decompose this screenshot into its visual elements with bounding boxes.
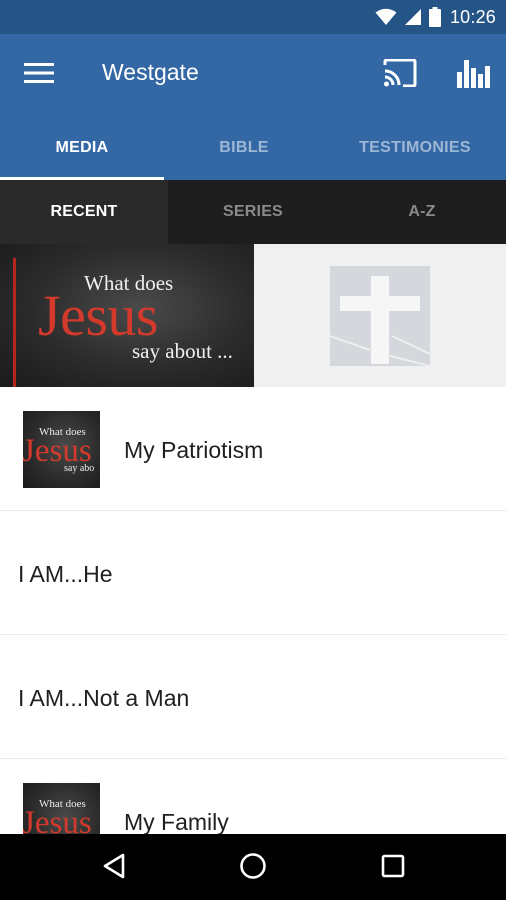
media-title: I AM...He — [18, 561, 113, 587]
banner-line3: say about ... — [132, 339, 233, 363]
media-thumbnail: What does Jesus — [23, 783, 100, 834]
home-icon — [239, 852, 267, 885]
subtab-a-z[interactable]: A-Z — [338, 180, 506, 244]
media-title: My Patriotism — [124, 437, 264, 463]
thumbnail-line3: say abo — [64, 463, 95, 474]
list-item[interactable]: I AM...Not a Man — [0, 635, 506, 759]
menu-icon — [24, 62, 54, 88]
subtab-recent[interactable]: RECENT — [0, 180, 168, 244]
recents-icon — [381, 854, 405, 883]
list-item[interactable]: I AM...He — [0, 511, 506, 635]
battery-icon — [428, 7, 441, 27]
placeholder-card[interactable] — [254, 244, 506, 387]
banner-accent-line — [13, 258, 16, 387]
list-item[interactable]: What does Jesus My Family — [0, 759, 506, 834]
media-title: I AM...Not a Man — [18, 685, 190, 711]
wifi-icon — [375, 8, 397, 26]
recents-button[interactable] — [371, 848, 415, 888]
toolbar: Westgate — [0, 34, 506, 116]
back-icon — [102, 853, 126, 884]
media-title: My Family — [124, 809, 229, 834]
stats-button[interactable] — [452, 57, 496, 93]
cast-button[interactable] — [380, 57, 420, 93]
signal-icon — [404, 8, 422, 26]
media-list: What does Jesus say abo My Patriotism I … — [0, 387, 506, 834]
tab-bible[interactable]: BIBLE — [164, 116, 324, 180]
list-item[interactable]: What does Jesus say abo My Patriotism — [0, 387, 506, 511]
thumbnail-line2: Jesus — [23, 805, 92, 834]
subtab-series[interactable]: SERIES — [168, 180, 338, 244]
main-tabs: MEDIA BIBLE TESTIMONIES — [0, 116, 506, 180]
cross-icon — [329, 266, 431, 367]
app-title: Westgate — [102, 59, 199, 85]
status-bar: 10:26 — [0, 0, 506, 34]
home-button[interactable] — [231, 848, 275, 888]
clock: 10:26 — [449, 6, 496, 27]
sub-tabs: RECENT SERIES A-Z — [0, 180, 506, 244]
stats-icon — [457, 58, 491, 93]
menu-button[interactable] — [22, 60, 56, 90]
tab-testimonies[interactable]: TESTIMONIES — [324, 116, 506, 180]
media-thumbnail: What does Jesus say abo — [23, 411, 100, 488]
featured-series-card[interactable]: What does Jesus say about ... — [0, 244, 254, 387]
cast-icon — [383, 58, 417, 92]
featured-banner: What does Jesus say about ... — [0, 244, 506, 387]
back-button[interactable] — [92, 848, 136, 888]
tab-media[interactable]: MEDIA — [0, 116, 164, 180]
system-nav-bar — [0, 834, 506, 900]
app-bar: Westgate MEDIA BIBLE TESTIMONIES — [0, 34, 506, 180]
